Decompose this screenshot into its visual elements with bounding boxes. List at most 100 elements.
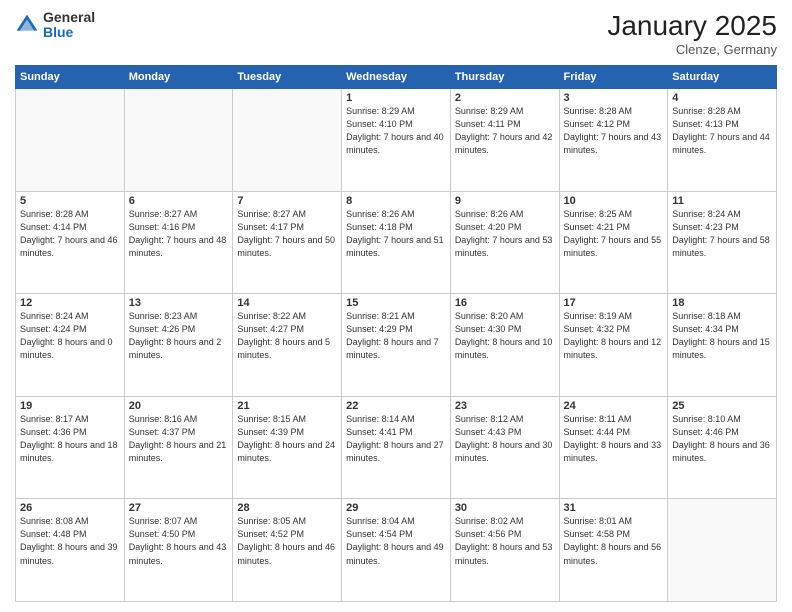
weekday-header-tuesday: Tuesday xyxy=(233,66,342,89)
day-cell: 17Sunrise: 8:19 AM Sunset: 4:32 PM Dayli… xyxy=(559,294,668,397)
day-number: 18 xyxy=(672,297,772,309)
day-cell: 7Sunrise: 8:27 AM Sunset: 4:17 PM Daylig… xyxy=(233,191,342,294)
day-cell: 13Sunrise: 8:23 AM Sunset: 4:26 PM Dayli… xyxy=(124,294,233,397)
logo-blue: Blue xyxy=(43,25,95,40)
day-cell xyxy=(668,499,777,602)
day-info: Sunrise: 8:19 AM Sunset: 4:32 PM Dayligh… xyxy=(564,310,664,362)
weekday-header-sunday: Sunday xyxy=(16,66,125,89)
day-info: Sunrise: 8:24 AM Sunset: 4:23 PM Dayligh… xyxy=(672,208,772,260)
day-number: 5 xyxy=(20,195,120,207)
day-info: Sunrise: 8:04 AM Sunset: 4:54 PM Dayligh… xyxy=(346,515,446,567)
day-info: Sunrise: 8:20 AM Sunset: 4:30 PM Dayligh… xyxy=(455,310,555,362)
day-number: 14 xyxy=(237,297,337,309)
day-number: 8 xyxy=(346,195,446,207)
day-number: 26 xyxy=(20,502,120,514)
day-info: Sunrise: 8:29 AM Sunset: 4:11 PM Dayligh… xyxy=(455,105,555,157)
day-number: 30 xyxy=(455,502,555,514)
day-cell: 14Sunrise: 8:22 AM Sunset: 4:27 PM Dayli… xyxy=(233,294,342,397)
day-number: 10 xyxy=(564,195,664,207)
day-cell: 15Sunrise: 8:21 AM Sunset: 4:29 PM Dayli… xyxy=(342,294,451,397)
day-info: Sunrise: 8:17 AM Sunset: 4:36 PM Dayligh… xyxy=(20,413,120,465)
weekday-header-thursday: Thursday xyxy=(450,66,559,89)
day-cell xyxy=(16,89,125,192)
day-info: Sunrise: 8:28 AM Sunset: 4:12 PM Dayligh… xyxy=(564,105,664,157)
day-number: 27 xyxy=(129,502,229,514)
day-number: 15 xyxy=(346,297,446,309)
day-number: 4 xyxy=(672,92,772,104)
day-cell: 5Sunrise: 8:28 AM Sunset: 4:14 PM Daylig… xyxy=(16,191,125,294)
day-number: 12 xyxy=(20,297,120,309)
day-number: 23 xyxy=(455,400,555,412)
day-info: Sunrise: 8:25 AM Sunset: 4:21 PM Dayligh… xyxy=(564,208,664,260)
header: General Blue January 2025 Clenze, German… xyxy=(15,10,777,57)
day-cell: 20Sunrise: 8:16 AM Sunset: 4:37 PM Dayli… xyxy=(124,396,233,499)
calendar: SundayMondayTuesdayWednesdayThursdayFrid… xyxy=(15,65,777,602)
day-number: 7 xyxy=(237,195,337,207)
day-info: Sunrise: 8:07 AM Sunset: 4:50 PM Dayligh… xyxy=(129,515,229,567)
day-cell: 27Sunrise: 8:07 AM Sunset: 4:50 PM Dayli… xyxy=(124,499,233,602)
day-info: Sunrise: 8:16 AM Sunset: 4:37 PM Dayligh… xyxy=(129,413,229,465)
day-number: 3 xyxy=(564,92,664,104)
week-row-3: 19Sunrise: 8:17 AM Sunset: 4:36 PM Dayli… xyxy=(16,396,777,499)
title-block: January 2025 Clenze, Germany xyxy=(607,10,777,57)
day-cell: 12Sunrise: 8:24 AM Sunset: 4:24 PM Dayli… xyxy=(16,294,125,397)
day-number: 19 xyxy=(20,400,120,412)
day-cell: 1Sunrise: 8:29 AM Sunset: 4:10 PM Daylig… xyxy=(342,89,451,192)
day-info: Sunrise: 8:27 AM Sunset: 4:17 PM Dayligh… xyxy=(237,208,337,260)
day-cell: 23Sunrise: 8:12 AM Sunset: 4:43 PM Dayli… xyxy=(450,396,559,499)
day-info: Sunrise: 8:21 AM Sunset: 4:29 PM Dayligh… xyxy=(346,310,446,362)
day-cell: 26Sunrise: 8:08 AM Sunset: 4:48 PM Dayli… xyxy=(16,499,125,602)
weekday-header-wednesday: Wednesday xyxy=(342,66,451,89)
day-number: 17 xyxy=(564,297,664,309)
day-cell: 22Sunrise: 8:14 AM Sunset: 4:41 PM Dayli… xyxy=(342,396,451,499)
day-number: 11 xyxy=(672,195,772,207)
day-cell: 25Sunrise: 8:10 AM Sunset: 4:46 PM Dayli… xyxy=(668,396,777,499)
day-info: Sunrise: 8:18 AM Sunset: 4:34 PM Dayligh… xyxy=(672,310,772,362)
day-info: Sunrise: 8:14 AM Sunset: 4:41 PM Dayligh… xyxy=(346,413,446,465)
day-info: Sunrise: 8:28 AM Sunset: 4:14 PM Dayligh… xyxy=(20,208,120,260)
day-cell: 16Sunrise: 8:20 AM Sunset: 4:30 PM Dayli… xyxy=(450,294,559,397)
day-info: Sunrise: 8:02 AM Sunset: 4:56 PM Dayligh… xyxy=(455,515,555,567)
day-cell: 21Sunrise: 8:15 AM Sunset: 4:39 PM Dayli… xyxy=(233,396,342,499)
weekday-header-monday: Monday xyxy=(124,66,233,89)
day-cell: 30Sunrise: 8:02 AM Sunset: 4:56 PM Dayli… xyxy=(450,499,559,602)
day-info: Sunrise: 8:08 AM Sunset: 4:48 PM Dayligh… xyxy=(20,515,120,567)
day-cell: 3Sunrise: 8:28 AM Sunset: 4:12 PM Daylig… xyxy=(559,89,668,192)
day-cell: 10Sunrise: 8:25 AM Sunset: 4:21 PM Dayli… xyxy=(559,191,668,294)
week-row-2: 12Sunrise: 8:24 AM Sunset: 4:24 PM Dayli… xyxy=(16,294,777,397)
day-info: Sunrise: 8:26 AM Sunset: 4:20 PM Dayligh… xyxy=(455,208,555,260)
day-number: 24 xyxy=(564,400,664,412)
day-cell: 24Sunrise: 8:11 AM Sunset: 4:44 PM Dayli… xyxy=(559,396,668,499)
day-info: Sunrise: 8:24 AM Sunset: 4:24 PM Dayligh… xyxy=(20,310,120,362)
logo: General Blue xyxy=(15,10,95,41)
day-cell: 28Sunrise: 8:05 AM Sunset: 4:52 PM Dayli… xyxy=(233,499,342,602)
day-cell: 29Sunrise: 8:04 AM Sunset: 4:54 PM Dayli… xyxy=(342,499,451,602)
day-number: 29 xyxy=(346,502,446,514)
day-cell: 9Sunrise: 8:26 AM Sunset: 4:20 PM Daylig… xyxy=(450,191,559,294)
day-number: 1 xyxy=(346,92,446,104)
day-info: Sunrise: 8:22 AM Sunset: 4:27 PM Dayligh… xyxy=(237,310,337,362)
day-info: Sunrise: 8:10 AM Sunset: 4:46 PM Dayligh… xyxy=(672,413,772,465)
day-cell xyxy=(124,89,233,192)
location: Clenze, Germany xyxy=(607,42,777,57)
month-title: January 2025 xyxy=(607,10,777,42)
day-info: Sunrise: 8:12 AM Sunset: 4:43 PM Dayligh… xyxy=(455,413,555,465)
day-number: 25 xyxy=(672,400,772,412)
day-info: Sunrise: 8:01 AM Sunset: 4:58 PM Dayligh… xyxy=(564,515,664,567)
day-info: Sunrise: 8:29 AM Sunset: 4:10 PM Dayligh… xyxy=(346,105,446,157)
day-cell: 4Sunrise: 8:28 AM Sunset: 4:13 PM Daylig… xyxy=(668,89,777,192)
day-cell: 19Sunrise: 8:17 AM Sunset: 4:36 PM Dayli… xyxy=(16,396,125,499)
weekday-header-row: SundayMondayTuesdayWednesdayThursdayFrid… xyxy=(16,66,777,89)
day-cell: 2Sunrise: 8:29 AM Sunset: 4:11 PM Daylig… xyxy=(450,89,559,192)
day-cell xyxy=(233,89,342,192)
day-info: Sunrise: 8:11 AM Sunset: 4:44 PM Dayligh… xyxy=(564,413,664,465)
week-row-4: 26Sunrise: 8:08 AM Sunset: 4:48 PM Dayli… xyxy=(16,499,777,602)
week-row-1: 5Sunrise: 8:28 AM Sunset: 4:14 PM Daylig… xyxy=(16,191,777,294)
day-number: 21 xyxy=(237,400,337,412)
day-number: 31 xyxy=(564,502,664,514)
weekday-header-saturday: Saturday xyxy=(668,66,777,89)
logo-general: General xyxy=(43,10,95,25)
day-info: Sunrise: 8:23 AM Sunset: 4:26 PM Dayligh… xyxy=(129,310,229,362)
day-cell: 31Sunrise: 8:01 AM Sunset: 4:58 PM Dayli… xyxy=(559,499,668,602)
day-number: 28 xyxy=(237,502,337,514)
